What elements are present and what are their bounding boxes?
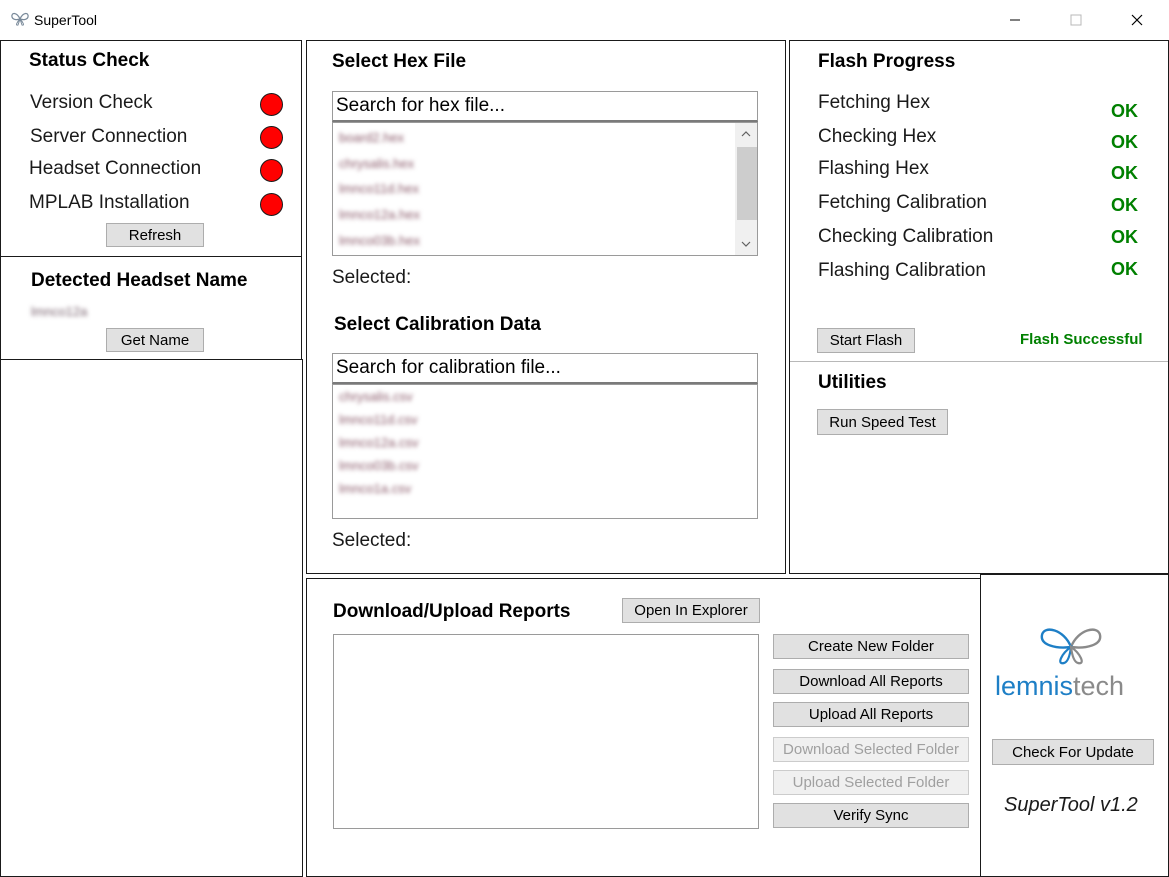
maximize-icon [1070, 14, 1082, 26]
calibration-search-input[interactable]: Search for calibration file... [332, 353, 758, 384]
run-speed-test-button[interactable]: Run Speed Test [817, 409, 948, 435]
close-icon [1131, 14, 1143, 26]
flash-step-status: OK [1111, 132, 1138, 152]
scrollbar-thumb[interactable] [737, 147, 757, 220]
status-indicator-headset [260, 159, 283, 182]
start-flash-button[interactable]: Start Flash [817, 328, 915, 353]
flash-step-label: Fetching Hex [818, 92, 930, 113]
window-title: SuperTool [34, 12, 98, 28]
calibration-selected-label: Selected: [332, 530, 412, 551]
file-select-panel: Select Hex File Search for hex file... b… [306, 40, 786, 574]
flash-step-label: Flashing Hex [818, 158, 929, 179]
status-label-server: Server Connection [30, 126, 188, 147]
minimize-icon [1010, 19, 1020, 21]
reports-panel: Download/Upload Reports Open In Explorer… [306, 578, 981, 877]
get-name-button[interactable]: Get Name [106, 328, 204, 352]
flash-step-label: Checking Hex [818, 126, 937, 147]
flash-step-status: OK [1111, 163, 1138, 183]
left-empty-panel [0, 359, 303, 877]
calibration-title: Select Calibration Data [334, 314, 541, 335]
check-for-update-button[interactable]: Check For Update [992, 739, 1154, 765]
download-selected-button[interactable]: Download Selected Folder [773, 737, 969, 762]
butterfly-logo-icon [1040, 628, 1102, 665]
divider [790, 361, 1168, 362]
reports-title: Download/Upload Reports [333, 601, 571, 622]
list-item[interactable]: chrysalis.csv [339, 389, 413, 404]
flash-result-text: Flash Successful [1020, 331, 1143, 348]
list-item[interactable]: lmnco1a.csv [339, 481, 411, 496]
status-indicator-mplab [260, 193, 283, 216]
upload-all-button[interactable]: Upload All Reports [773, 702, 969, 727]
download-all-button[interactable]: Download All Reports [773, 669, 969, 694]
reports-folder-list[interactable] [333, 634, 759, 829]
chevron-up-icon[interactable] [735, 123, 757, 145]
minimize-button[interactable] [992, 0, 1038, 40]
flash-step-status: OK [1111, 259, 1138, 279]
verify-sync-button[interactable]: Verify Sync [773, 803, 969, 828]
hex-title: Select Hex File [332, 51, 467, 72]
butterfly-icon [11, 12, 29, 26]
flash-step-status: OK [1111, 227, 1138, 247]
refresh-button[interactable]: Refresh [106, 223, 204, 247]
hex-list-scrollbar[interactable] [735, 123, 757, 255]
status-check-panel: Status Check Version Check Server Connec… [0, 40, 302, 257]
list-item[interactable]: lmnco11d.hex [339, 181, 419, 196]
hex-file-list[interactable]: board2.hex chrysalis.hex lmnco11d.hex lm… [332, 122, 758, 256]
list-item[interactable]: lmnco03b.hex [339, 233, 420, 248]
calibration-file-list[interactable]: chrysalis.csv lmnco11d.csv lmnco12a.csv … [332, 384, 758, 519]
status-label-mplab: MPLAB Installation [29, 192, 190, 213]
headset-name: lmnco12a [31, 304, 88, 319]
flash-step-status: OK [1111, 101, 1138, 121]
list-item[interactable]: lmnco12a.csv [339, 435, 418, 450]
list-item[interactable]: lmnco12a.hex [339, 207, 420, 222]
status-label-headset: Headset Connection [29, 158, 202, 179]
list-item[interactable]: board2.hex [339, 130, 404, 145]
flash-step-label: Checking Calibration [818, 226, 994, 247]
flash-step-label: Flashing Calibration [818, 260, 986, 281]
list-item[interactable]: chrysalis.hex [339, 156, 414, 171]
headset-title: Detected Headset Name [31, 270, 248, 291]
utilities-title: Utilities [818, 372, 887, 393]
create-folder-button[interactable]: Create New Folder [773, 634, 969, 659]
status-check-title: Status Check [29, 50, 150, 71]
upload-selected-button[interactable]: Upload Selected Folder [773, 770, 969, 795]
flash-step-status: OK [1111, 195, 1138, 215]
list-item[interactable]: lmnco03b.csv [339, 458, 418, 473]
chevron-down-icon[interactable] [735, 233, 757, 255]
brand-panel: lemnistech Check For Update SuperTool v1… [980, 574, 1169, 877]
status-indicator-version [260, 93, 283, 116]
status-label-version: Version Check [30, 92, 153, 113]
flash-title: Flash Progress [818, 51, 956, 72]
maximize-button[interactable] [1053, 0, 1099, 40]
hex-selected-label: Selected: [332, 267, 412, 288]
title-bar: SuperTool [0, 0, 1169, 40]
logo-text-tech: tech [1073, 671, 1125, 701]
close-button[interactable] [1114, 0, 1160, 40]
flash-panel: Flash Progress Fetching Hex OK Checking … [789, 40, 1169, 574]
list-item[interactable]: lmnco11d.csv [339, 412, 418, 427]
brand-logo-text: lemnistech [995, 671, 1124, 702]
status-indicator-server [260, 126, 283, 149]
logo-text-lemnis: lemnis [995, 671, 1074, 701]
open-in-explorer-button[interactable]: Open In Explorer [622, 598, 760, 623]
version-label: SuperTool v1.2 [1004, 794, 1138, 816]
headset-panel: Detected Headset Name lmnco12a Get Name [0, 256, 302, 360]
flash-step-label: Fetching Calibration [818, 192, 987, 213]
hex-search-input[interactable]: Search for hex file... [332, 91, 758, 122]
